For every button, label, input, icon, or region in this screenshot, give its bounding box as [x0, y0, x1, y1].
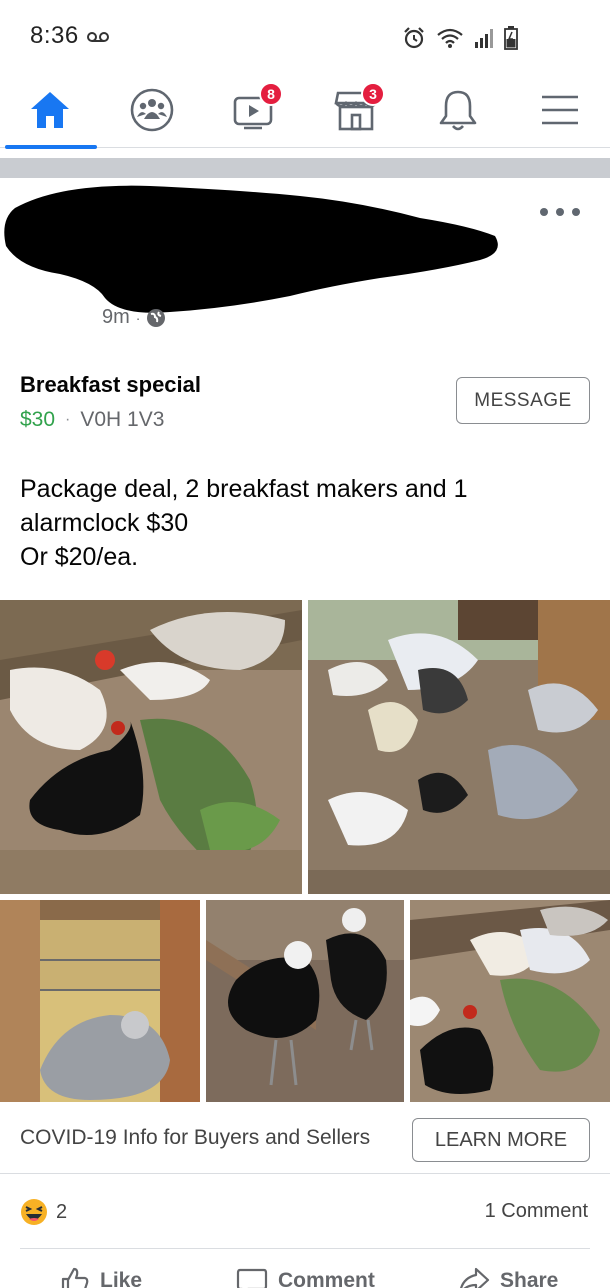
listing-price: $30: [20, 408, 56, 431]
feed-divider: [0, 158, 610, 178]
reactions-divider: [20, 1248, 590, 1249]
nav-home[interactable]: [0, 72, 100, 149]
chicken-photo-3[interactable]: [0, 900, 200, 1102]
haha-icon: [21, 1199, 47, 1225]
hamburger-icon: [542, 95, 578, 125]
voicemail-icon: [86, 32, 109, 42]
share-label: Share: [500, 1269, 559, 1288]
alarm-icon: [404, 27, 424, 49]
post-actions: Like Comment Share: [0, 1254, 610, 1288]
share-button[interactable]: Share: [458, 1266, 558, 1288]
home-icon: [31, 92, 69, 128]
covid-info-row: COVID-19 Info for Buyers and Sellers LEA…: [0, 1102, 610, 1174]
battery-icon: [504, 26, 518, 50]
comment-count-link[interactable]: 1 Comment: [485, 1200, 588, 1223]
chicken-photo-4[interactable]: [206, 900, 404, 1102]
share-icon: [460, 1267, 490, 1288]
like-button[interactable]: Like: [60, 1266, 142, 1288]
chicken-photo-2[interactable]: [308, 600, 610, 894]
learn-more-button[interactable]: LEARN MORE: [412, 1118, 590, 1162]
post-meta: 9m ·: [102, 306, 166, 329]
chicken-photo-1[interactable]: [0, 600, 302, 894]
watch-badge: 8: [259, 82, 283, 106]
description-line: Package deal, 2 breakfast makers and 1: [20, 475, 468, 503]
comment-label: Comment: [278, 1269, 375, 1288]
more-dot: [572, 208, 580, 216]
description-line: alarmclock $30: [20, 509, 189, 537]
covid-info-text: COVID-19 Info for Buyers and Sellers: [20, 1126, 371, 1149]
nav-groups[interactable]: [102, 72, 202, 148]
reaction-count: 2: [56, 1200, 68, 1223]
status-time: 8:36: [30, 22, 79, 49]
comment-button[interactable]: Comment: [236, 1266, 375, 1288]
meta-separator: ·: [135, 309, 141, 326]
listing-info: Breakfast special $30 · V0H 1V3: [20, 372, 201, 432]
status-icons: [402, 26, 518, 50]
more-dot: [540, 208, 548, 216]
thumbs-up-icon: [61, 1267, 89, 1288]
nav-notifications[interactable]: [408, 72, 508, 148]
marketplace-badge: 3: [361, 82, 385, 106]
nav-menu[interactable]: [510, 72, 610, 148]
nav-marketplace[interactable]: 3: [306, 72, 406, 148]
chicken-photo-5[interactable]: [410, 900, 610, 1102]
more-dot: [556, 208, 564, 216]
reactions-summary: 2 1 Comment: [0, 1176, 610, 1249]
status-bar: 8:36: [0, 0, 610, 72]
price-separator: ·: [65, 411, 71, 428]
post-description: Package deal, 2 breakfast makers and 1 a…: [20, 472, 590, 574]
signal-icon: [475, 29, 493, 48]
post-header: 9m ·: [0, 178, 610, 338]
listing-title: Breakfast special: [20, 372, 201, 397]
message-button[interactable]: MESSAGE: [456, 377, 590, 424]
wifi-icon: [437, 28, 463, 48]
post-time: 9m: [102, 306, 130, 328]
listing-price-location: $30 · V0H 1V3: [20, 408, 201, 432]
listing-location: V0H 1V3: [80, 408, 165, 431]
nav-watch[interactable]: 8: [204, 72, 304, 148]
like-label: Like: [100, 1269, 143, 1288]
top-nav-bar: 8 3: [0, 72, 610, 149]
reaction-count-button[interactable]: 2: [20, 1198, 67, 1226]
redaction-scribble: [4, 185, 498, 313]
description-line: Or $20/ea.: [20, 543, 139, 571]
post-options-button[interactable]: [540, 202, 580, 222]
globe-icon: [147, 308, 166, 327]
photo-grid: [0, 600, 610, 1102]
comment-icon: [236, 1268, 268, 1288]
bell-icon: [439, 90, 477, 131]
groups-icon: [130, 88, 174, 132]
